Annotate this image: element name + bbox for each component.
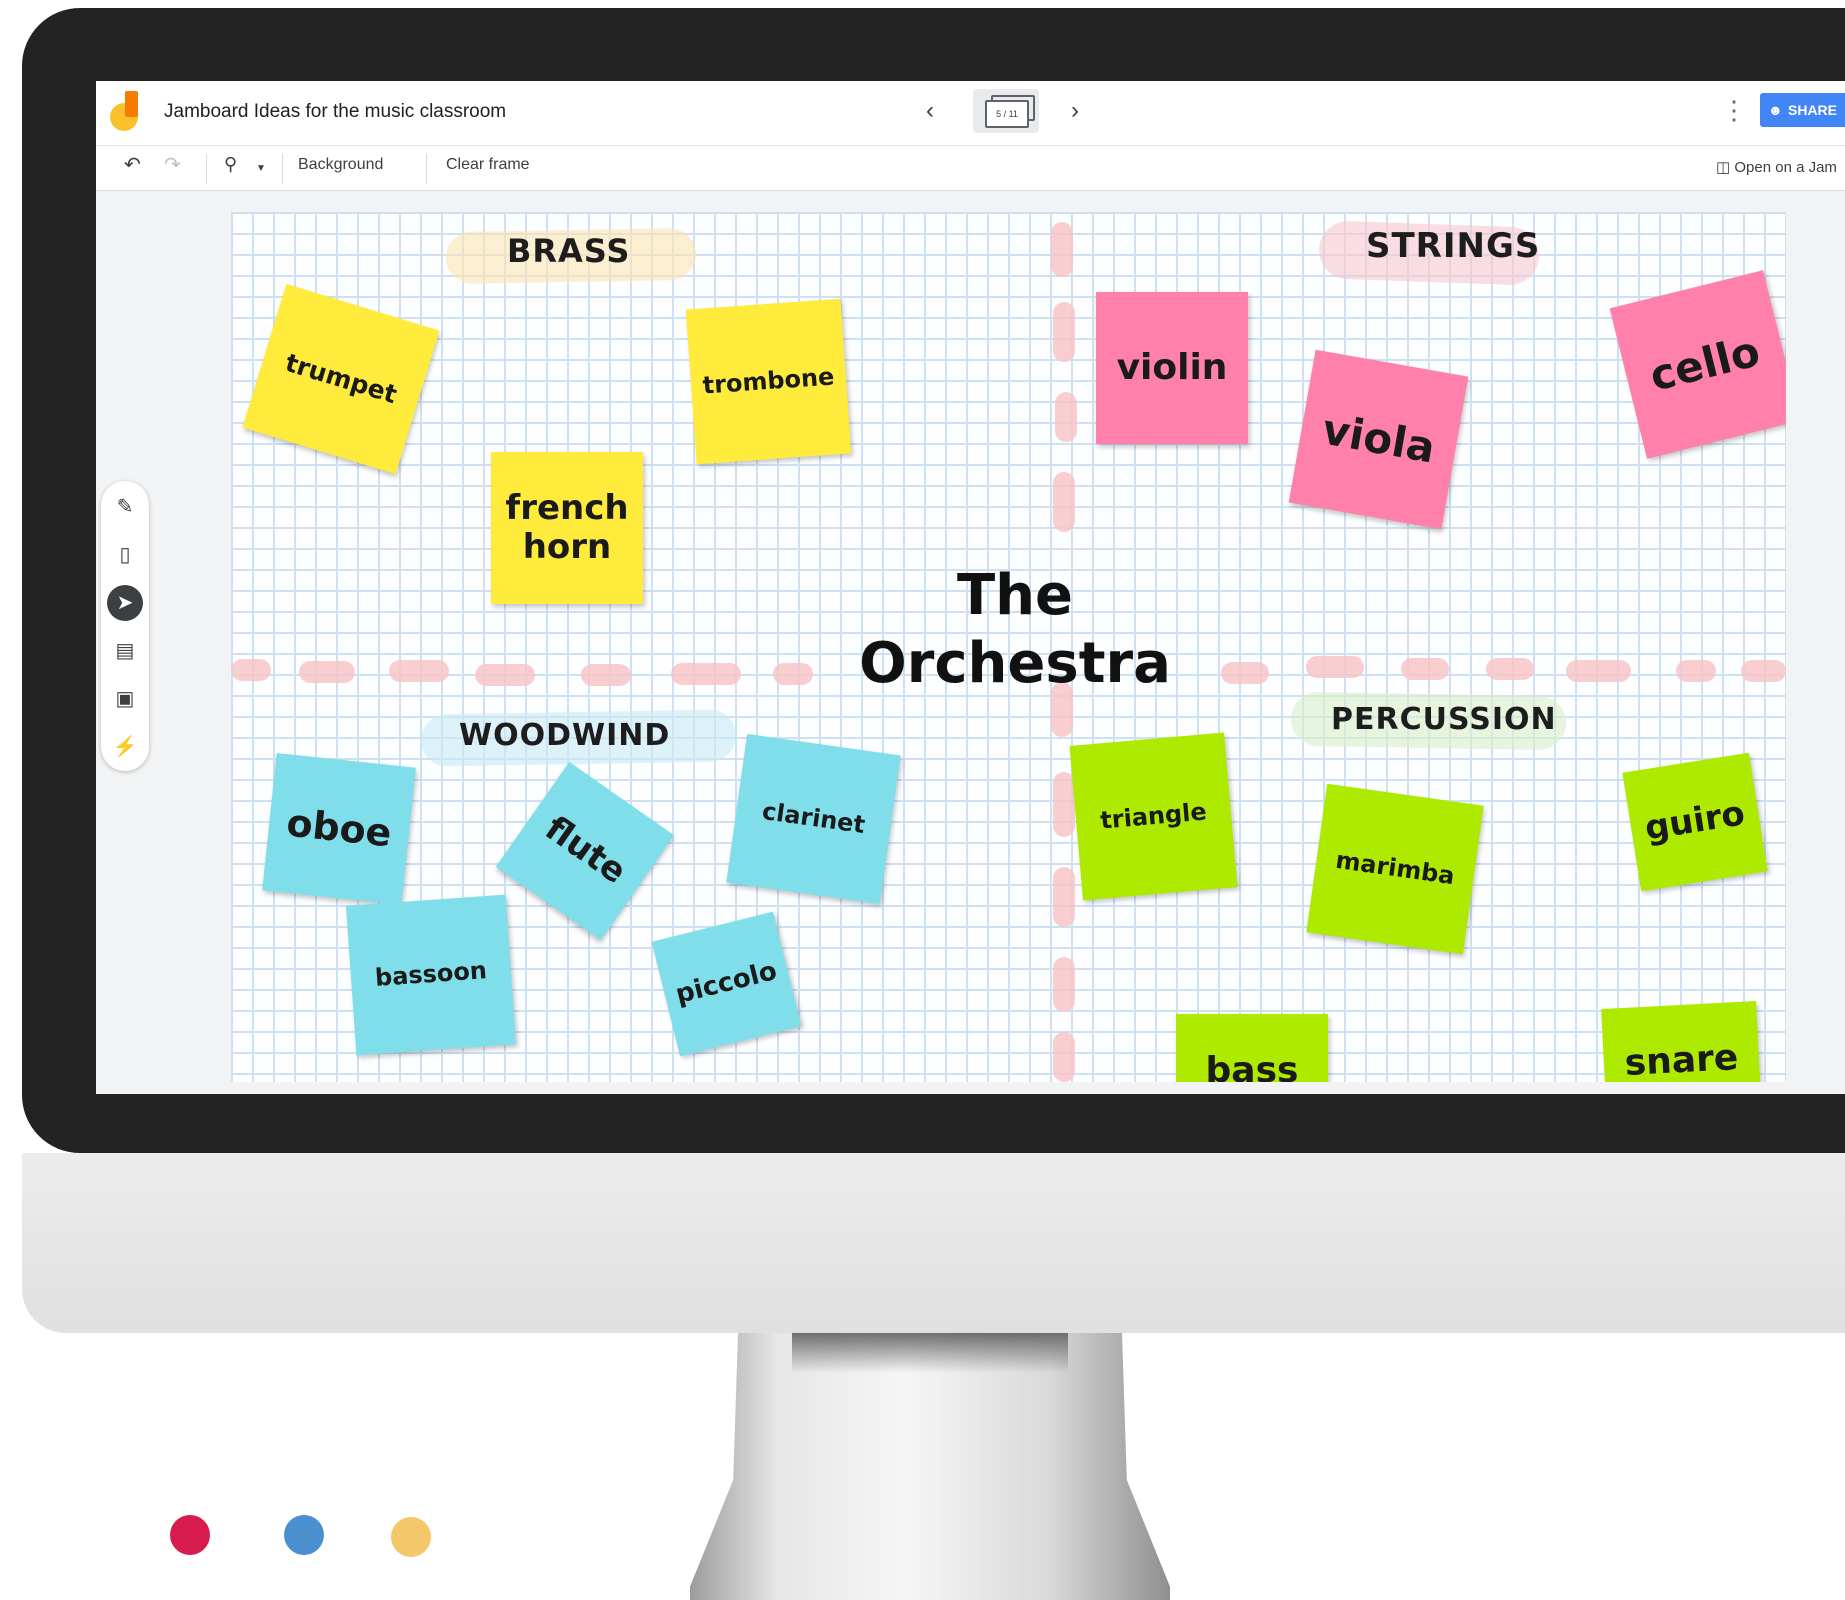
divider-dash <box>1401 658 1449 680</box>
sticky-note-oboe[interactable]: oboe <box>262 753 416 905</box>
undo-icon[interactable]: ↶ <box>124 152 141 177</box>
next-frame-chevron-icon[interactable]: › <box>1071 97 1079 125</box>
percussion-label[interactable]: PERCUSSION <box>1331 702 1557 737</box>
sticky-note-bass-drum[interactable]: bass drum <box>1176 1014 1328 1082</box>
cast-icon: ◫ <box>1716 159 1731 176</box>
edit-toolbar: ↶ ↷ ⚲ ▼ Background Clear frame ◫ Open on… <box>96 146 1845 191</box>
divider-dash <box>1053 302 1075 362</box>
sticky-note-guiro[interactable]: guiro <box>1622 752 1768 892</box>
divider-dash <box>1051 222 1073 277</box>
divider-dash <box>581 664 631 686</box>
jamboard-logo-icon[interactable] <box>110 91 140 131</box>
jamboard-screen: Jamboard Ideas for the music classroom ‹… <box>96 81 1845 1094</box>
divider-dash <box>773 663 813 685</box>
sticky-note-piccolo[interactable]: piccolo <box>651 911 802 1057</box>
frame-bar-toggle[interactable]: 5 / 11 <box>973 89 1039 133</box>
image-icon[interactable]: ▣ <box>107 681 143 717</box>
laser-icon[interactable]: ⚡ <box>107 729 143 765</box>
divider-dash <box>1053 1032 1075 1082</box>
sticky-note-flute[interactable]: flute <box>495 761 675 941</box>
add-person-icon: ☻ <box>1768 102 1783 118</box>
divider-dash <box>671 663 741 685</box>
brass-label[interactable]: BRASS <box>507 232 630 270</box>
zoom-dropdown-chevron-icon[interactable]: ▼ <box>256 163 266 174</box>
divider-dash <box>1676 660 1716 682</box>
sticky-note-viola[interactable]: viola <box>1288 349 1469 530</box>
divider-dash <box>231 659 271 681</box>
redo-icon[interactable]: ↷ <box>164 152 181 177</box>
divider-dash <box>1053 472 1075 532</box>
sticky-note-marimba[interactable]: marimba <box>1306 783 1484 955</box>
board-title[interactable]: The Orchestra <box>835 562 1195 698</box>
divider-dash <box>1221 662 1269 684</box>
sticky-note-cello[interactable]: cello <box>1609 270 1786 459</box>
tool-rail: ✎ ▯ ➤ ▤ ▣ ⚡ <box>101 481 149 771</box>
divider-dash <box>475 664 535 686</box>
monitor-stand-shadow <box>792 1333 1068 1373</box>
zoom-icon[interactable]: ⚲ <box>224 154 237 175</box>
divider-dash <box>1486 658 1534 680</box>
sticky-note-triangle[interactable]: triangle <box>1069 732 1238 901</box>
monitor-stand <box>690 1333 1170 1600</box>
more-options-icon[interactable]: ⋮ <box>1721 97 1747 123</box>
sticky-note-snare-drum[interactable]: snare drum <box>1601 1001 1764 1082</box>
document-title[interactable]: Jamboard Ideas for the music classroom <box>164 101 506 123</box>
previous-frame-chevron-icon[interactable]: ‹ <box>926 97 934 125</box>
whiteboard-canvas[interactable]: BRASS STRINGS WOODWIND PERCUSSION The Or… <box>231 212 1786 1082</box>
strings-label[interactable]: STRINGS <box>1366 226 1540 266</box>
open-on-jam-button[interactable]: ◫ Open on a Jam <box>1716 158 1837 176</box>
sticky-note-french-horn[interactable]: french horn <box>491 452 643 604</box>
select-icon[interactable]: ➤ <box>107 585 143 621</box>
sticky-note-trombone[interactable]: trombone <box>685 298 852 465</box>
clear-frame-button[interactable]: Clear frame <box>446 156 530 174</box>
woodwind-label[interactable]: WOODWIND <box>459 718 670 753</box>
share-button[interactable]: ☻ SHARE <box>1760 93 1845 127</box>
sticky-note-bassoon[interactable]: bassoon <box>345 894 517 1056</box>
divider-dash <box>1306 656 1364 678</box>
sticky-note-clarinet[interactable]: clarinet <box>726 733 901 905</box>
decorative-dot <box>284 1515 324 1555</box>
top-bar: Jamboard Ideas for the music classroom ‹… <box>96 81 1845 146</box>
divider-dash <box>1741 660 1786 682</box>
divider-dash <box>299 661 355 683</box>
eraser-icon[interactable]: ▯ <box>107 537 143 573</box>
background-button[interactable]: Background <box>298 156 383 174</box>
decorative-dot <box>391 1517 431 1557</box>
divider-dash <box>1566 660 1631 682</box>
sticky-note-icon[interactable]: ▤ <box>107 633 143 669</box>
divider-dash <box>1053 867 1075 927</box>
divider-dash <box>1055 392 1077 442</box>
frame-indicator: 5 / 11 <box>985 100 1029 128</box>
sticky-note-trumpet[interactable]: trumpet <box>242 283 440 475</box>
decorative-dot <box>170 1515 210 1555</box>
sticky-note-violin[interactable]: violin <box>1096 292 1248 444</box>
divider-dash <box>389 660 449 682</box>
monitor-chin <box>22 1153 1845 1333</box>
pen-icon[interactable]: ✎ <box>107 489 143 525</box>
divider-dash <box>1053 957 1075 1012</box>
